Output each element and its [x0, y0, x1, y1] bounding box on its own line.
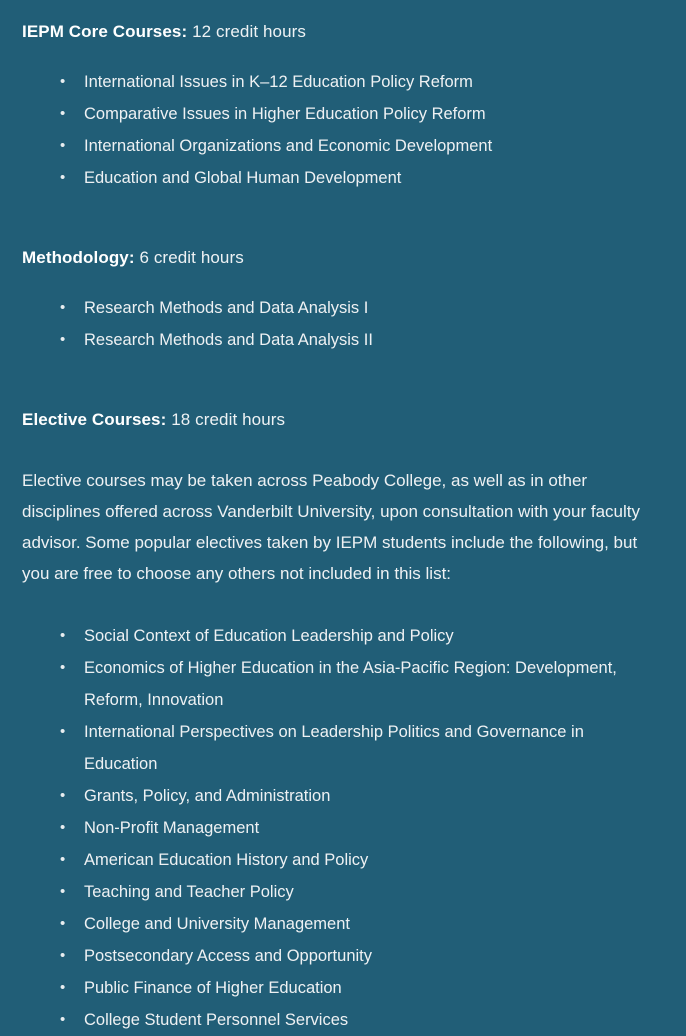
list-item: Economics of Higher Education in the Asi…: [0, 652, 686, 716]
core-courses-heading: IEPM Core Courses: 12 credit hours: [0, 0, 686, 44]
methodology-heading: Methodology: 6 credit hours: [0, 246, 686, 270]
list-item: Social Context of Education Leadership a…: [0, 620, 686, 652]
list-item: Non-Profit Management: [0, 812, 686, 844]
methodology-courses-list: Research Methods and Data Analysis I Res…: [0, 292, 686, 356]
list-item: International Issues in K–12 Education P…: [0, 66, 686, 98]
list-item: American Education History and Policy: [0, 844, 686, 876]
program-curriculum-panel: IEPM Core Courses: 12 credit hours Inter…: [0, 0, 686, 1036]
list-item: Research Methods and Data Analysis I: [0, 292, 686, 324]
elective-courses-heading-label: Elective Courses:: [22, 410, 167, 429]
elective-courses-description: Elective courses may be taken across Pea…: [22, 471, 640, 583]
methodology-heading-label: Methodology:: [22, 248, 135, 267]
list-item: International Perspectives on Leadership…: [0, 716, 686, 780]
core-courses-list: International Issues in K–12 Education P…: [0, 66, 686, 194]
methodology-credit-hours: 6 credit hours: [139, 248, 244, 267]
list-item: Education and Global Human Development: [0, 162, 686, 194]
list-item: Research Methods and Data Analysis II: [0, 324, 686, 356]
elective-courses-list: Social Context of Education Leadership a…: [0, 620, 686, 1036]
list-item: College Student Personnel Services: [0, 1004, 686, 1036]
list-item: Public Finance of Higher Education: [0, 972, 686, 1004]
list-item: Grants, Policy, and Administration: [0, 780, 686, 812]
elective-courses-credit-hours: 18 credit hours: [171, 410, 286, 429]
core-courses-credit-hours: 12 credit hours: [192, 22, 307, 41]
list-item: Postsecondary Access and Opportunity: [0, 940, 686, 972]
list-item: Comparative Issues in Higher Education P…: [0, 98, 686, 130]
list-item: International Organizations and Economic…: [0, 130, 686, 162]
core-courses-heading-label: IEPM Core Courses:: [22, 22, 188, 41]
elective-courses-heading: Elective Courses: 18 credit hours: [0, 408, 686, 432]
list-item: Teaching and Teacher Policy: [0, 876, 686, 908]
list-item: College and University Management: [0, 908, 686, 940]
